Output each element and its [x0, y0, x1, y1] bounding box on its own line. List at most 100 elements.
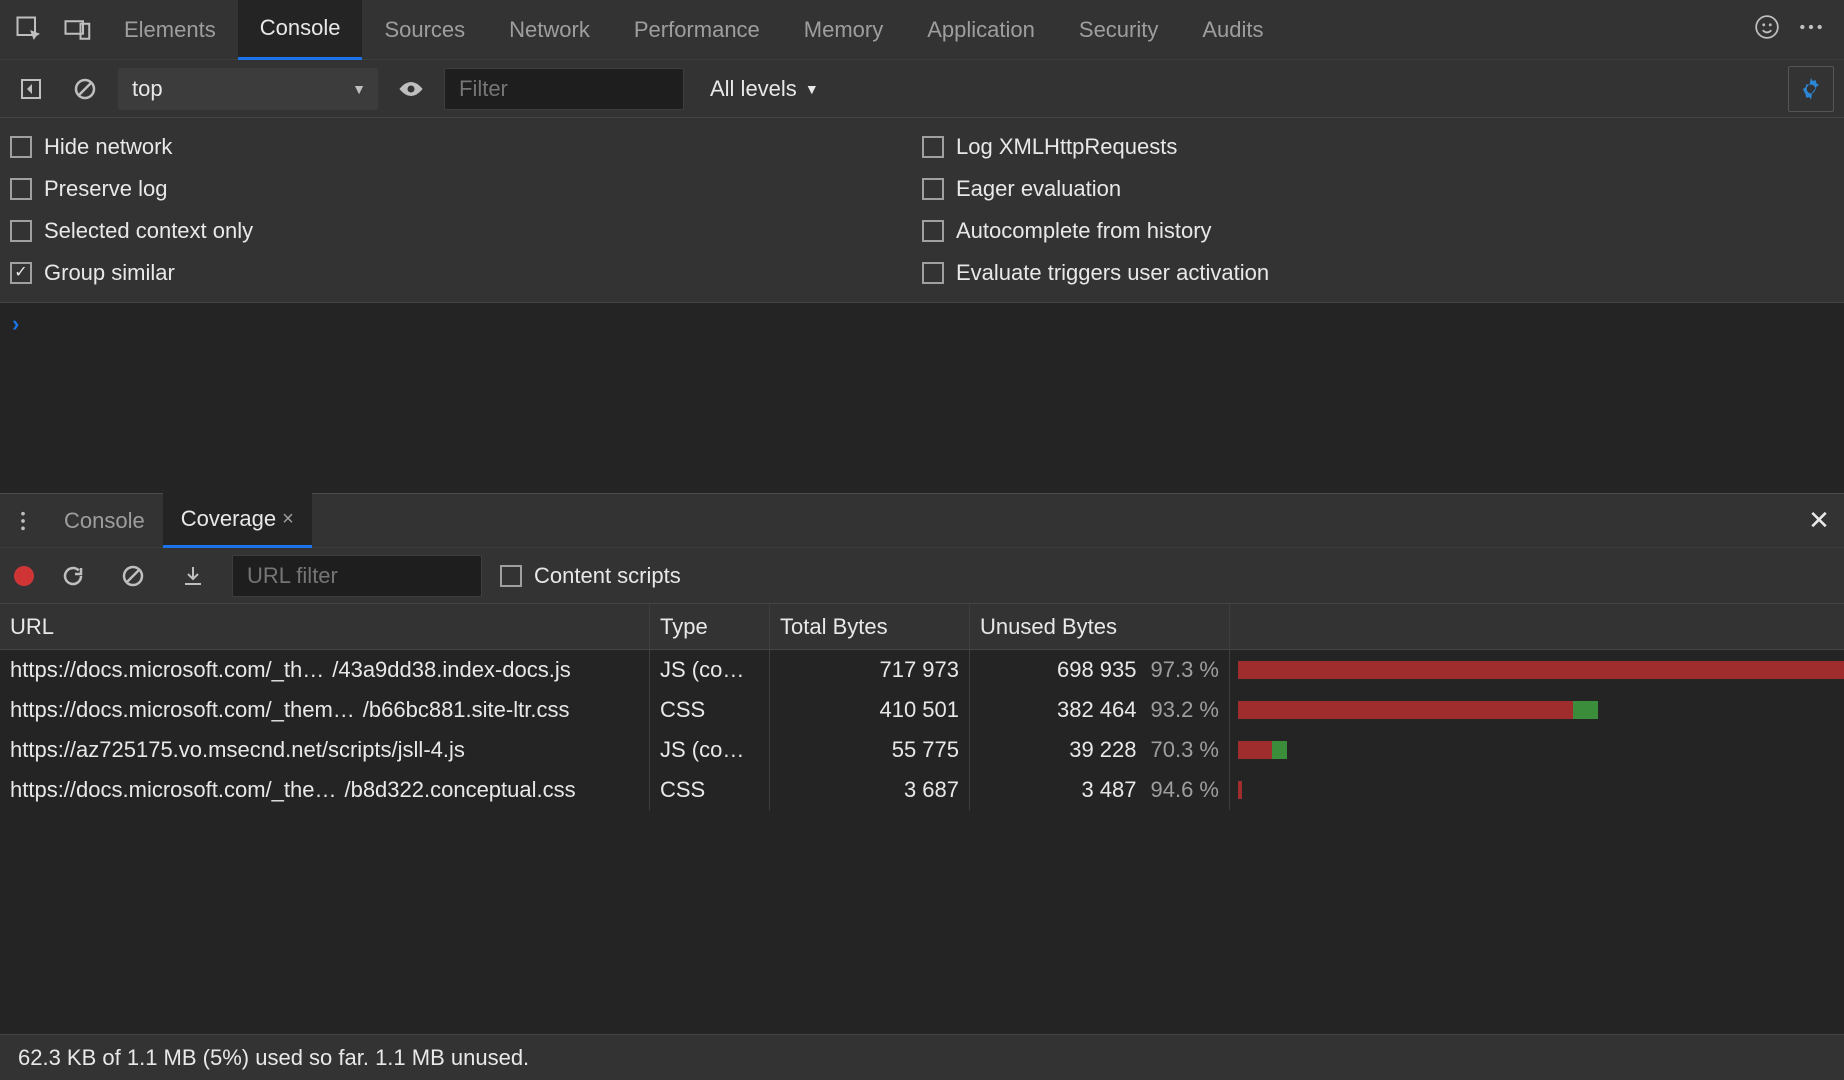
checkbox-icon — [922, 220, 944, 242]
clear-console-icon[interactable] — [64, 68, 106, 110]
close-tab-icon[interactable]: × — [282, 508, 294, 531]
tab-performance[interactable]: Performance — [612, 0, 782, 60]
cell-url: https://docs.microsoft.com/_the…/b8d322.… — [0, 770, 650, 810]
cell-type: JS (co… — [650, 730, 770, 770]
cell-unused-bytes: 382 46493.2 % — [970, 690, 1230, 730]
cell-url: https://docs.microsoft.com/_them…/b66bc8… — [0, 690, 650, 730]
setting-autocomplete-history[interactable]: Autocomplete from history — [922, 210, 1834, 252]
tab-elements[interactable]: Elements — [102, 0, 238, 60]
tab-sources[interactable]: Sources — [362, 0, 487, 60]
cell-total-bytes: 55 775 — [770, 730, 970, 770]
setting-log-xhr[interactable]: Log XMLHttpRequests — [922, 126, 1834, 168]
tab-application[interactable]: Application — [905, 0, 1057, 60]
cell-usage-bar — [1230, 770, 1844, 810]
setting-label: Autocomplete from history — [956, 218, 1212, 244]
cell-url: https://az725175.vo.msecnd.net/scripts/j… — [0, 730, 650, 770]
cell-usage-bar — [1230, 730, 1844, 770]
coverage-table: URL Type Total Bytes Unused Bytes https:… — [0, 604, 1844, 1034]
setting-evaluate-triggers[interactable]: Evaluate triggers user activation — [922, 252, 1834, 294]
coverage-toolbar: Content scripts — [0, 548, 1844, 604]
console-prompt[interactable]: › — [0, 303, 1844, 493]
clear-icon[interactable] — [112, 555, 154, 597]
filter-input[interactable] — [444, 68, 684, 110]
console-settings: Hide network Preserve log Selected conte… — [0, 118, 1844, 303]
checkbox-icon — [922, 136, 944, 158]
setting-hide-network[interactable]: Hide network — [10, 126, 922, 168]
drawer-tab-console[interactable]: Console — [46, 493, 163, 548]
live-expression-icon[interactable] — [390, 68, 432, 110]
checkbox-icon — [922, 262, 944, 284]
coverage-body: https://docs.microsoft.com/_th…/43a9dd38… — [0, 650, 1844, 810]
setting-label: Eager evaluation — [956, 176, 1121, 202]
kebab-menu-icon[interactable] — [1798, 14, 1824, 46]
setting-label: Preserve log — [44, 176, 168, 202]
smile-icon[interactable] — [1754, 14, 1780, 46]
drawer-tab-coverage[interactable]: Coverage × — [163, 493, 312, 548]
setting-group-similar[interactable]: Group similar — [10, 252, 922, 294]
cell-unused-bytes: 39 22870.3 % — [970, 730, 1230, 770]
cell-unused-bytes: 3 48794.6 % — [970, 770, 1230, 810]
checkbox-icon — [500, 565, 522, 587]
checkbox-icon — [922, 178, 944, 200]
checkbox-icon — [10, 136, 32, 158]
log-levels-label: All levels — [710, 76, 797, 102]
table-row[interactable]: https://docs.microsoft.com/_them…/b66bc8… — [0, 690, 1844, 730]
cell-total-bytes: 3 687 — [770, 770, 970, 810]
tab-memory[interactable]: Memory — [782, 0, 905, 60]
table-row[interactable]: https://az725175.vo.msecnd.net/scripts/j… — [0, 730, 1844, 770]
checkbox-icon — [10, 178, 32, 200]
cell-url: https://docs.microsoft.com/_th…/43a9dd38… — [0, 650, 650, 690]
console-settings-button[interactable] — [1788, 66, 1834, 112]
context-select-wrap: top — [118, 68, 378, 110]
chevron-right-icon: › — [12, 311, 19, 336]
log-levels-dropdown[interactable]: All levels ▼ — [696, 76, 819, 102]
cell-total-bytes: 717 973 — [770, 650, 970, 690]
setting-preserve-log[interactable]: Preserve log — [10, 168, 922, 210]
reload-icon[interactable] — [52, 555, 94, 597]
chevron-down-icon: ▼ — [805, 81, 819, 97]
toggle-console-sidebar-icon[interactable] — [10, 68, 52, 110]
drawer-menu-icon[interactable] — [0, 498, 46, 544]
setting-eager-evaluation[interactable]: Eager evaluation — [922, 168, 1834, 210]
cell-unused-bytes: 698 93597.3 % — [970, 650, 1230, 690]
tab-security[interactable]: Security — [1057, 0, 1180, 60]
table-row[interactable]: https://docs.microsoft.com/_the…/b8d322.… — [0, 770, 1844, 810]
cell-total-bytes: 410 501 — [770, 690, 970, 730]
col-bar — [1230, 604, 1844, 649]
setting-label: Hide network — [44, 134, 172, 160]
setting-label: Log XMLHttpRequests — [956, 134, 1177, 160]
inspect-element-icon[interactable] — [6, 6, 54, 54]
cell-type: CSS — [650, 690, 770, 730]
export-icon[interactable] — [172, 555, 214, 597]
drawer-tab-label: Coverage — [181, 506, 276, 532]
context-select[interactable]: top — [118, 68, 378, 110]
main-tabs: Elements Console Sources Network Perform… — [0, 0, 1844, 60]
content-scripts-label: Content scripts — [534, 563, 681, 589]
col-url[interactable]: URL — [0, 604, 650, 649]
col-unused-bytes[interactable]: Unused Bytes — [970, 604, 1230, 649]
cell-type: JS (co… — [650, 650, 770, 690]
devtools-root: Elements Console Sources Network Perform… — [0, 0, 1844, 1080]
close-drawer-icon[interactable]: ✕ — [1794, 496, 1844, 546]
cell-usage-bar — [1230, 690, 1844, 730]
setting-selected-context-only[interactable]: Selected context only — [10, 210, 922, 252]
col-total-bytes[interactable]: Total Bytes — [770, 604, 970, 649]
device-mode-icon[interactable] — [54, 6, 102, 54]
tab-console[interactable]: Console — [238, 0, 363, 60]
cell-type: CSS — [650, 770, 770, 810]
cell-usage-bar — [1230, 650, 1844, 690]
setting-label: Selected context only — [44, 218, 253, 244]
col-type[interactable]: Type — [650, 604, 770, 649]
record-button[interactable] — [14, 566, 34, 586]
setting-label: Group similar — [44, 260, 175, 286]
coverage-header: URL Type Total Bytes Unused Bytes — [0, 604, 1844, 650]
tab-audits[interactable]: Audits — [1180, 0, 1285, 60]
drawer-tabs: Console Coverage × ✕ — [0, 493, 1844, 548]
checkbox-icon — [10, 220, 32, 242]
url-filter-input[interactable] — [232, 555, 482, 597]
tab-network[interactable]: Network — [487, 0, 612, 60]
coverage-status-text: 62.3 KB of 1.1 MB (5%) used so far. 1.1 … — [18, 1045, 529, 1071]
table-row[interactable]: https://docs.microsoft.com/_th…/43a9dd38… — [0, 650, 1844, 690]
setting-label: Evaluate triggers user activation — [956, 260, 1269, 286]
content-scripts-toggle[interactable]: Content scripts — [500, 563, 681, 589]
